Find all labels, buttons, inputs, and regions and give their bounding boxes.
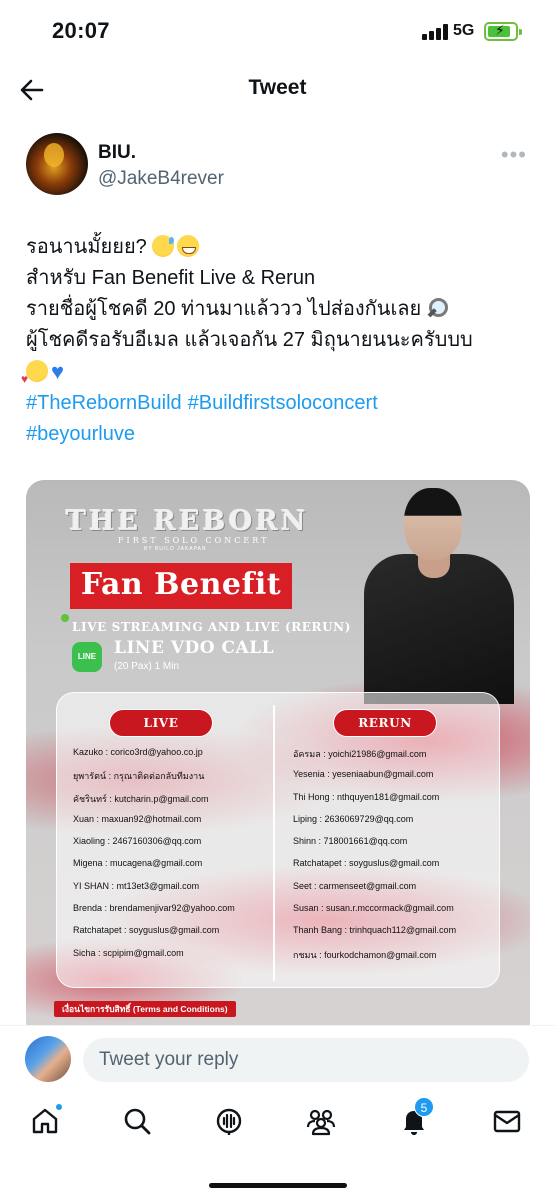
battery-icon: ⚡: [484, 22, 522, 41]
hashtag-line-2: #beyourluve: [26, 419, 531, 450]
poster-subtitle-2: BY BUILD JAKAPAN: [144, 546, 207, 552]
list-item: กชมน : fourkodchamon@gmail.com: [293, 949, 437, 960]
search-icon: [124, 1108, 151, 1135]
grinning-sweat-emoji-icon: [152, 235, 175, 257]
list-item: คัชรินทร์ : kutcharin.p@gmail.com: [73, 793, 209, 804]
tweet-image[interactable]: THE REBORN FIRST SOLO CONCERT BY BUILD J…: [26, 480, 530, 1040]
line-call-text: LINE VDO CALL: [114, 638, 275, 658]
tweet-line-2: สำหรับ Fan Benefit Live & Rerun: [26, 267, 316, 289]
status-time: 20:07: [52, 18, 110, 43]
tab-messages[interactable]: [491, 1105, 523, 1137]
rerun-header: RERUN: [333, 709, 437, 737]
list-item: YI SHAN : mt13et3@gmail.com: [73, 880, 200, 891]
tweet-line-5: ♥: [21, 356, 531, 395]
magnifier-emoji-icon: [427, 297, 449, 319]
author-avatar[interactable]: [26, 133, 88, 195]
more-options-button[interactable]: •••: [501, 142, 527, 168]
network-type: 5G: [453, 22, 475, 39]
rerun-winners-list: อัครมล : yoichi21986@gmail.com Yesenia :…: [293, 747, 456, 970]
list-item: Susan : susan.r.mccormack@gmail.com: [293, 903, 454, 914]
list-item: Migena : mucagena@gmail.com: [73, 858, 203, 869]
notification-count-badge: 5: [414, 1097, 434, 1117]
author-handle[interactable]: @JakeB4rever: [98, 168, 224, 190]
hashtag-link[interactable]: #Buildfirstsoloconcert: [188, 392, 378, 414]
tweet-author: BIU. @JakeB4rever •••: [26, 130, 531, 200]
pax-text: (20 Pax) 1 Min: [114, 661, 180, 672]
poster-subtitle: FIRST SOLO CONCERT: [118, 536, 270, 545]
line-app-icon: LINE: [72, 642, 102, 672]
list-item: Thi Hong : nthquyen181@gmail.com: [293, 791, 440, 802]
fan-benefit-banner: Fan Benefit: [70, 563, 292, 609]
list-item: Xiaoling : 2467160306@qq.com: [73, 836, 202, 847]
tweet-text: รอนานมั้ยยย? สำหรับ Fan Benefit Live & R…: [21, 232, 531, 450]
list-item: Ratchatapet : soyguslus@gmail.com: [293, 858, 440, 869]
winners-panel: LIVE RERUN Kazuko : corico3rd@yahoo.co.j…: [56, 692, 500, 988]
tweet-line-3-text: รายชื่อผู้โชคดี 20 ท่านมาแล้ววว ไปส่องกั…: [26, 298, 422, 320]
list-item: Kazuko : corico3rd@yahoo.co.jp: [73, 747, 203, 757]
list-item: Shinn : 718001661@qq.com: [293, 836, 408, 847]
terms-badge: เงื่อนไขการรับสิทธิ์ (Terms and Conditio…: [54, 1001, 236, 1017]
top-bar: Tweet: [0, 62, 555, 118]
tweet-line-4: ผู้โชคดีรอรับอีเมล แล้วเจอกัน 27 มิถุนาย…: [26, 329, 473, 351]
list-item: Thanh Bang : trinhquach112@gmail.com: [293, 925, 457, 936]
list-item: Seet : carmenseet@gmail.com: [293, 880, 417, 891]
signal-icon: [422, 24, 448, 40]
live-winners-list: Kazuko : corico3rd@yahoo.co.jp ยุพารัตน์…: [73, 747, 235, 970]
page-title: Tweet: [248, 76, 307, 99]
smiling-hearts-emoji-icon: [21, 360, 48, 395]
list-item: Sicha : scpipim@gmail.com: [73, 947, 184, 958]
tab-notifications[interactable]: 5: [398, 1097, 434, 1137]
panel-divider: [273, 705, 275, 981]
list-item: Ratchatapet : soyguslus@gmail.com: [73, 925, 220, 936]
list-item: ยุพารัตน์ : กรุณาติดต่อกลับทีมงาน: [73, 771, 205, 782]
messages-icon: [493, 1110, 521, 1133]
poster-title: THE REBORN: [66, 506, 309, 537]
streaming-text: LIVE STREAMING AND LIVE (RERUN): [72, 620, 352, 634]
reply-bar: [0, 1025, 555, 1087]
tab-search[interactable]: [121, 1105, 153, 1137]
list-item: Yesenia : yeseniaabun@gmail.com: [293, 769, 434, 780]
author-name[interactable]: BIU.: [98, 142, 136, 164]
artist-photo: [356, 480, 530, 704]
live-header: LIVE: [109, 709, 213, 737]
more-icon: •••: [500, 142, 527, 167]
tweet-line-3: รายชื่อผู้โชคดี 20 ท่านมาแล้ววว ไปส่องกั…: [26, 294, 531, 325]
user-avatar[interactable]: [25, 1036, 71, 1082]
list-item: Brenda : brendamenjivar92@yahoo.com: [73, 903, 235, 914]
grinning-emoji-icon: [177, 235, 200, 257]
hashtag-link[interactable]: #beyourluve: [26, 423, 135, 445]
spaces-icon: [216, 1108, 242, 1135]
fan-benefit-text: Fan Benefit: [80, 567, 282, 602]
green-dot: [61, 614, 69, 622]
tweet-line-1: รอนานมั้ยยย?: [26, 232, 531, 263]
tweet-line-1-text: รอนานมั้ยยย?: [26, 236, 147, 258]
status-bar: 20:07 5G ⚡: [0, 0, 555, 62]
list-item: Xuan : maxuan92@hotmail.com: [73, 813, 202, 824]
list-item: Liping : 2636069729@qq.com: [293, 813, 414, 824]
bottom-tab-bar: 5: [0, 1087, 555, 1200]
hashtag-link[interactable]: #TheRebornBuild: [26, 392, 182, 414]
tab-home[interactable]: [29, 1103, 63, 1137]
communities-icon: [306, 1109, 336, 1136]
tab-communities[interactable]: [305, 1105, 337, 1137]
hashtag-line-1: #TheRebornBuild #Buildfirstsoloconcert: [26, 388, 531, 419]
home-indicator: [209, 1183, 347, 1188]
home-badge-dot: [55, 1103, 63, 1111]
reply-input[interactable]: [83, 1038, 529, 1082]
tab-spaces[interactable]: [213, 1105, 245, 1137]
list-item: อัครมล : yoichi21986@gmail.com: [293, 749, 427, 759]
blue-heart-emoji-icon: ♥: [51, 359, 65, 384]
